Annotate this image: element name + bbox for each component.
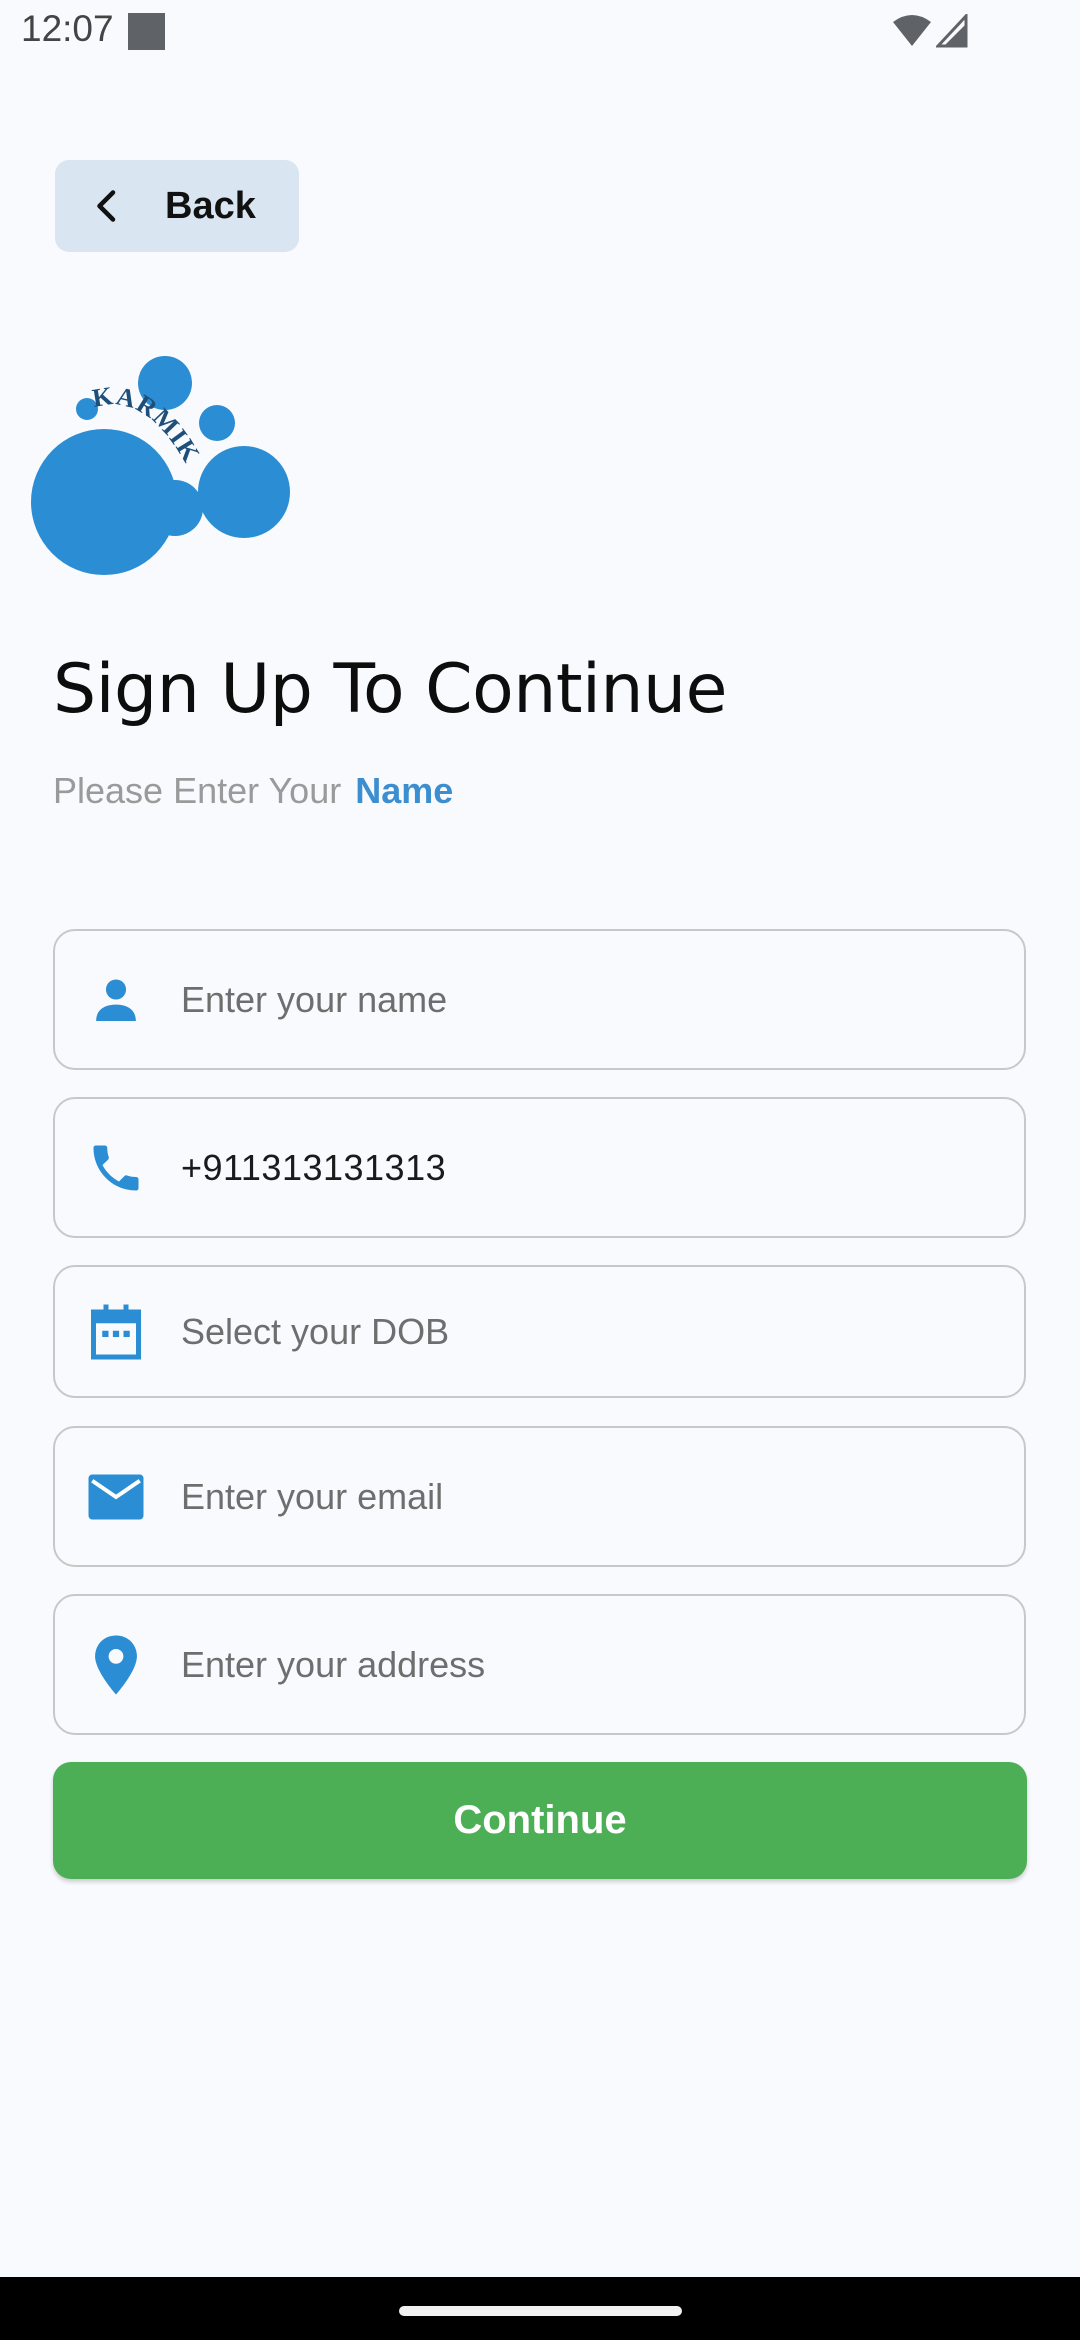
dob-placeholder: Select your DOB (181, 1310, 450, 1352)
page-title: Sign Up To Continue (53, 650, 727, 729)
name-field[interactable]: Enter your name (53, 929, 1026, 1070)
email-field[interactable]: Enter your email (53, 1426, 1026, 1567)
phone-field[interactable]: +911313131313 (53, 1097, 1026, 1238)
address-field[interactable]: Enter your address (53, 1594, 1026, 1735)
notification-icon (128, 13, 165, 50)
address-placeholder: Enter your address (181, 1643, 486, 1685)
mail-icon (86, 1467, 146, 1527)
name-placeholder: Enter your name (181, 978, 448, 1020)
person-icon (86, 970, 146, 1030)
phone-icon (86, 1138, 146, 1198)
karmik-logo: KARMIK (31, 356, 290, 575)
subtitle-prefix: Please Enter Your (53, 770, 342, 811)
status-bar: 12:07 (0, 0, 1080, 64)
subtitle: Please Enter Your Name (53, 770, 453, 812)
calendar-icon (86, 1302, 146, 1362)
subtitle-highlight: Name (355, 770, 454, 811)
email-placeholder: Enter your email (181, 1475, 444, 1517)
back-button[interactable]: Back (55, 160, 299, 252)
continue-button[interactable]: Continue (53, 1762, 1027, 1879)
dob-field[interactable]: Select your DOB (53, 1265, 1026, 1398)
back-label: Back (165, 184, 256, 227)
location-pin-icon (86, 1634, 146, 1695)
phone-value: +911313131313 (181, 1146, 447, 1188)
wifi-icon (893, 15, 931, 46)
signal-icon (936, 14, 968, 48)
continue-label: Continue (453, 1798, 627, 1842)
chevron-left-icon (97, 190, 116, 222)
home-gesture-handle[interactable] (399, 2306, 682, 2316)
status-time: 12:07 (21, 8, 114, 49)
